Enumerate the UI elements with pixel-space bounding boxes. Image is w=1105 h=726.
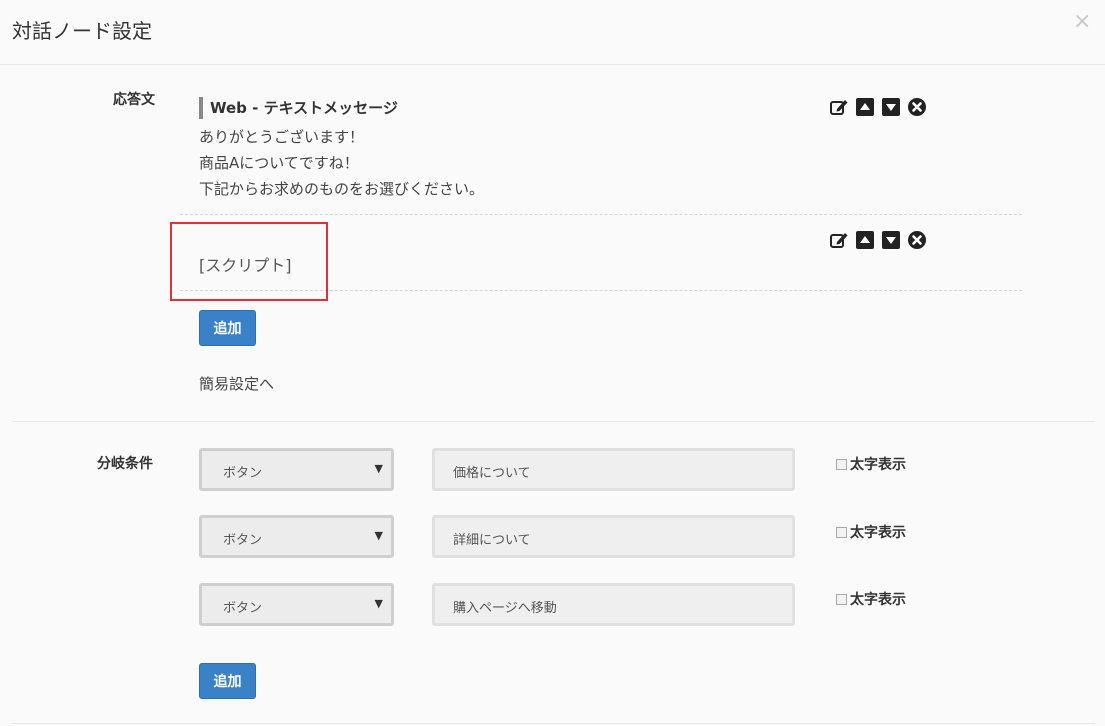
branch-text-input[interactable]: 詳細について	[432, 515, 795, 558]
select-value: ボタン	[223, 601, 263, 616]
move-up-icon[interactable]	[855, 97, 875, 117]
dialog-header: 対話ノード設定 ×	[0, 0, 1105, 65]
bold-checkbox[interactable]: 太字表示	[836, 454, 906, 474]
dialog-title: 対話ノード設定	[12, 19, 152, 43]
move-down-icon[interactable]	[881, 97, 901, 117]
branch-type-select[interactable]: ボタン ▼	[199, 448, 394, 491]
checkbox-label: 太字表示	[850, 525, 906, 541]
chevron-down-icon: ▼	[374, 529, 383, 542]
close-icon[interactable]: ×	[1073, 10, 1091, 34]
section-divider	[12, 723, 1095, 724]
checkbox-box[interactable]	[836, 526, 847, 538]
message-line: 下記からお求めのものをお選びください。	[199, 180, 485, 198]
select-value: ボタン	[223, 533, 263, 548]
input-value: 購入ページへ移動	[453, 601, 557, 616]
input-value: 価格について	[453, 466, 531, 481]
checkbox-label: 太字表示	[850, 592, 906, 608]
move-up-icon[interactable]	[855, 230, 875, 250]
checkbox-box[interactable]	[836, 593, 847, 605]
chevron-down-icon: ▼	[374, 597, 383, 610]
select-value: ボタン	[223, 466, 263, 481]
response-section-label: 応答文	[113, 92, 155, 108]
chevron-down-icon: ▼	[374, 462, 383, 475]
edit-icon[interactable]	[829, 97, 849, 117]
branch-type-select[interactable]: ボタン ▼	[199, 515, 394, 558]
message-line: 商品Aについてですね！	[199, 154, 359, 172]
checkbox-label: 太字表示	[850, 457, 906, 473]
move-down-icon[interactable]	[881, 230, 901, 250]
bold-checkbox[interactable]: 太字表示	[836, 589, 906, 609]
highlight-box	[170, 222, 328, 301]
simple-settings-link[interactable]: 簡易設定へ	[199, 373, 274, 394]
branch-text-input[interactable]: 価格について	[432, 448, 795, 491]
response-item-actions	[829, 230, 927, 250]
message-line: ありがとうございます！	[199, 128, 365, 146]
delete-icon[interactable]	[907, 97, 927, 117]
branch-text-input[interactable]: 購入ページへ移動	[432, 583, 795, 626]
add-response-button[interactable]: 追加	[199, 310, 256, 346]
response-item-actions	[829, 97, 927, 117]
bold-checkbox[interactable]: 太字表示	[836, 522, 906, 542]
branch-type-select[interactable]: ボタン ▼	[199, 583, 394, 626]
item-divider	[180, 214, 1022, 215]
message-heading: Web - テキストメッセージ	[199, 97, 398, 119]
section-divider	[12, 421, 1095, 422]
branch-section-label: 分岐条件	[97, 456, 153, 472]
checkbox-box[interactable]	[836, 458, 847, 470]
delete-icon[interactable]	[907, 230, 927, 250]
add-branch-button[interactable]: 追加	[199, 663, 256, 699]
edit-icon[interactable]	[829, 230, 849, 250]
input-value: 詳細について	[453, 533, 531, 548]
